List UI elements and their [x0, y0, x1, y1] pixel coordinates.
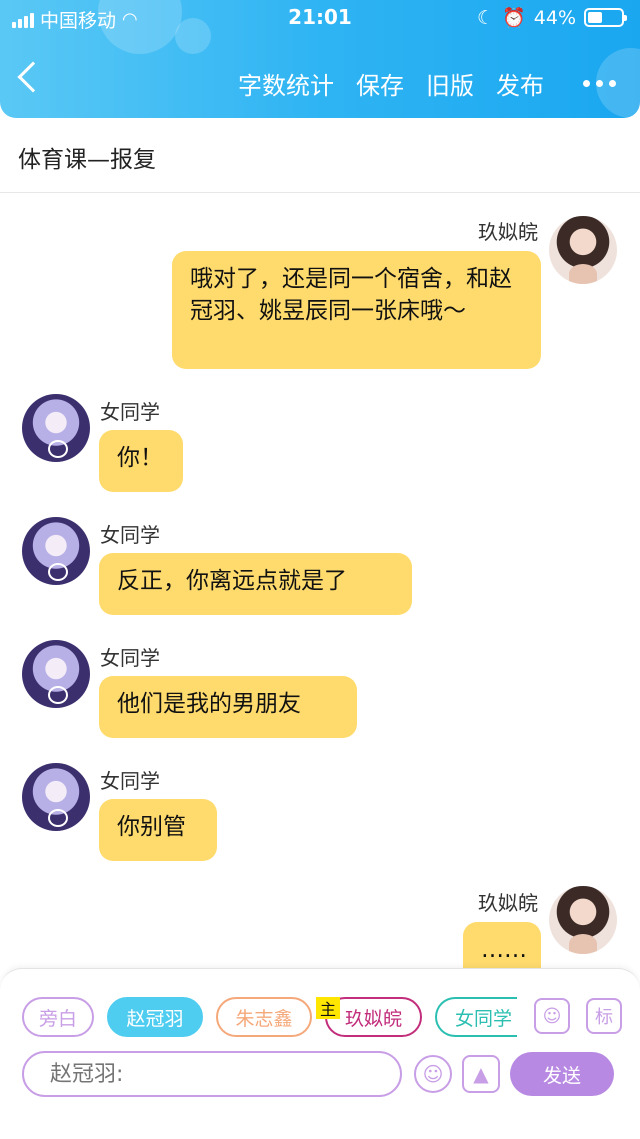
old-version-button[interactable]: 旧版	[426, 66, 474, 101]
speaker-name: 女同学	[100, 769, 160, 793]
story-title: 体育课—报复	[0, 118, 640, 193]
nav-actions: 字数统计 保存 旧版 发布	[238, 66, 544, 101]
speaker-name: 女同学	[100, 646, 160, 670]
chat-area: 玖姒皖 哦对了，还是同一个宿舍，和赵冠羽、姚昱辰同一张床哦～ 女同学 你！ 女同…	[0, 194, 640, 970]
host-badge: 主	[316, 997, 340, 1019]
send-button[interactable]: 发送	[510, 1052, 614, 1096]
mark-button-label: 标	[595, 1007, 613, 1028]
role-chip-narrator[interactable]: 旁白	[22, 997, 94, 1037]
publish-button[interactable]: 发布	[496, 66, 544, 101]
image-icon[interactable]: ▲	[462, 1055, 500, 1093]
moon-icon: ☾	[477, 6, 495, 29]
save-button[interactable]: 保存	[356, 66, 404, 101]
speaker-name: 女同学	[100, 523, 160, 547]
message-bubble[interactable]: 哦对了，还是同一个宿舍，和赵冠羽、姚昱辰同一张床哦～	[172, 251, 541, 369]
word-count-button[interactable]: 字数统计	[238, 66, 334, 101]
speaker-name: 女同学	[100, 400, 160, 424]
message-bubble[interactable]: 反正，你离远点就是了	[99, 553, 412, 615]
status-right: ☾ ⏰ 44%	[477, 6, 627, 29]
speaker-name: 玖姒皖	[478, 220, 538, 244]
person-icon: ☺	[542, 1005, 562, 1027]
emoji-icon[interactable]: ☺	[414, 1055, 452, 1093]
avatar[interactable]	[22, 763, 90, 831]
composer: 旁白 赵冠羽 朱志鑫 玖姒皖 主 女同学 ☺ 标 ☺ ▲ 发送	[0, 968, 640, 1139]
role-chip[interactable]: 朱志鑫	[216, 997, 312, 1037]
avatar[interactable]	[549, 216, 617, 284]
role-chip[interactable]: 女同学	[435, 997, 517, 1037]
avatar[interactable]	[549, 886, 617, 954]
header: 中国移动 ◠ 21:01 ☾ ⏰ 44% 字数统计 保存 旧版 发布	[0, 0, 640, 118]
avatar[interactable]	[22, 517, 90, 585]
avatar[interactable]	[22, 394, 90, 462]
alarm-icon: ⏰	[502, 7, 526, 29]
speaker-name: 玖姒皖	[478, 891, 538, 915]
role-chip-selected[interactable]: 赵冠羽	[107, 997, 203, 1037]
message-input[interactable]	[22, 1051, 402, 1097]
status-bar: 中国移动 ◠ 21:01 ☾ ⏰ 44%	[0, 0, 640, 36]
more-icon[interactable]	[583, 80, 616, 87]
message-bubble[interactable]: 你！	[99, 430, 183, 492]
battery-fill	[588, 12, 603, 23]
message-bubble[interactable]: ……	[463, 922, 541, 970]
back-icon[interactable]	[17, 61, 49, 93]
add-role-button[interactable]: ☺	[534, 998, 570, 1034]
message-bubble[interactable]: 你别管	[99, 799, 217, 861]
battery-percent: 44%	[533, 6, 576, 29]
message-bubble[interactable]: 他们是我的男朋友	[99, 676, 357, 738]
mark-button[interactable]: 标	[586, 998, 622, 1034]
avatar[interactable]	[22, 640, 90, 708]
battery-icon	[584, 8, 627, 27]
